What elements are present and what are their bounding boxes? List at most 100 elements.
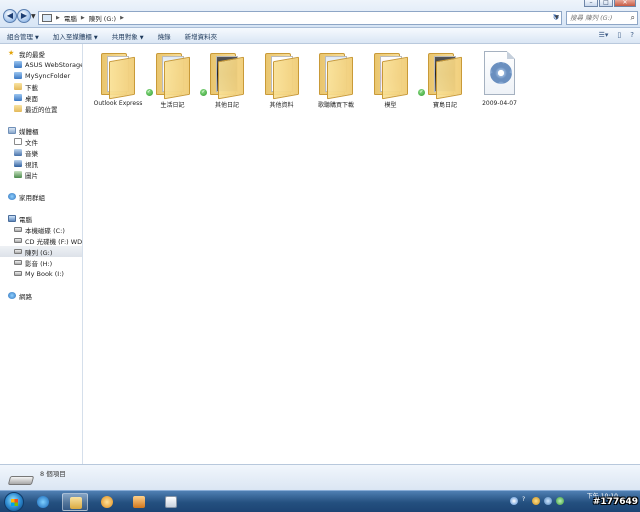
taskbar-document[interactable]: [158, 493, 184, 511]
taskbar-app[interactable]: [126, 493, 152, 511]
breadcrumb-drive[interactable]: 陳列 (G:): [89, 13, 116, 23]
breadcrumb-chevron-icon[interactable]: ▶: [120, 15, 124, 21]
address-input[interactable]: ▶ 電腦 ▶ 陳列 (G:) ▶ ▼: [38, 11, 562, 25]
folder-item[interactable]: ✓ 寶島日記: [416, 49, 474, 109]
folder-icon: [70, 497, 82, 509]
include-in-library-button[interactable]: 加入至媒體櫃 ▼: [46, 31, 105, 41]
folder-front: [436, 56, 462, 100]
preview-pane-icon[interactable]: ▯: [617, 31, 621, 39]
volume-icon[interactable]: [544, 497, 552, 505]
share-with-button[interactable]: 共用對象 ▼: [105, 31, 151, 41]
change-view-icon[interactable]: ☰▾: [599, 31, 609, 39]
details-pane: 8 個項目: [0, 464, 640, 490]
tray-icon[interactable]: [532, 497, 540, 505]
sidebar-item-asus-webstorage[interactable]: ASUS WebStorage Drive: [0, 59, 82, 70]
folder-front: [381, 56, 408, 100]
item-label: 歌聽購買下載: [317, 102, 354, 109]
folder-item[interactable]: 其他資料: [253, 49, 311, 109]
sidebar-item-label: 下載: [25, 83, 38, 92]
sidebar-item-label: 影音 (H:): [25, 259, 53, 268]
documents-icon: [14, 138, 22, 145]
sidebar-item-recent-places[interactable]: 最近的位置: [0, 103, 82, 114]
burn-label: 燒錄: [157, 32, 171, 41]
address-bar-region: ◀ ▶ ▼ ▶ 電腦 ▶ 陳列 (G:) ▶ ▼ ↻ ⌕ – □ ✕: [0, 0, 640, 28]
recent-pages-chevron-icon[interactable]: ▼: [31, 13, 37, 20]
folder-icon: [101, 53, 135, 100]
taskbar-media-player[interactable]: [94, 493, 120, 511]
sidebar-header-favorites[interactable]: ★ 我的最愛: [0, 48, 82, 59]
organize-button[interactable]: 組合管理 ▼: [0, 31, 46, 41]
sidebar-item-label: 最近的位置: [25, 105, 58, 114]
cd-drive-icon: [14, 238, 22, 243]
folder-item[interactable]: Outlook Express: [89, 49, 147, 109]
sidebar-item-drive-g[interactable]: 陳列 (G:): [0, 246, 82, 257]
breadcrumb-computer[interactable]: 電腦: [64, 13, 77, 23]
sidebar-item-pictures[interactable]: 圖片: [0, 169, 82, 180]
sidebar-item-label: MySyncFolder: [25, 71, 71, 80]
minimize-button[interactable]: –: [584, 0, 598, 7]
folder-item[interactable]: 模型: [362, 49, 420, 109]
help-tray-icon[interactable]: ?: [522, 496, 525, 503]
sidebar-item-label: 音樂: [25, 149, 38, 158]
computer-icon: [8, 215, 16, 222]
watermark-label: #177649: [592, 497, 638, 507]
video-icon: [14, 160, 22, 167]
search-box[interactable]: ⌕: [566, 11, 638, 25]
taskbar-windows-explorer[interactable]: [62, 493, 88, 511]
search-icon[interactable]: ⌕: [631, 13, 635, 23]
new-folder-button[interactable]: 新增資料夾: [178, 31, 225, 41]
pictures-icon: [14, 171, 22, 178]
refresh-button[interactable]: ↻: [550, 12, 562, 24]
sidebar-item-cd-drive-f[interactable]: CD 光碟機 (F:) WD SmartWare: [0, 235, 82, 246]
media-player-icon: [101, 496, 113, 508]
include-in-library-label: 加入至媒體櫃: [52, 32, 92, 41]
sidebar-header-computer[interactable]: 電腦: [0, 213, 82, 224]
sync-check-icon: ✓: [200, 89, 207, 96]
sidebar-item-local-disk-c[interactable]: 本機磁碟 (C:): [0, 224, 82, 235]
sidebar-item-music[interactable]: 音樂: [0, 147, 82, 158]
sidebar-item-desktop[interactable]: 桌面: [0, 92, 82, 103]
item-label: 模型: [384, 102, 397, 109]
search-input[interactable]: [570, 14, 626, 22]
sync-folder-icon: [14, 72, 22, 79]
computer-group: 電腦 本機磁碟 (C:) CD 光碟機 (F:) WD SmartWare 陳列…: [0, 213, 82, 279]
folder-item[interactable]: ✓ 生活日記: [144, 49, 202, 109]
close-button[interactable]: ✕: [614, 0, 636, 7]
sidebar-item-label: 桌面: [25, 94, 38, 103]
sidebar-header-network[interactable]: 網路: [0, 290, 82, 301]
sidebar-item-drive-h[interactable]: 影音 (H:): [0, 257, 82, 268]
maximize-button[interactable]: □: [599, 0, 613, 7]
internet-explorer-icon: [37, 496, 49, 508]
sidebar-item-videos[interactable]: 視訊: [0, 158, 82, 169]
folder-item[interactable]: 歌聽購買下載: [307, 49, 365, 109]
sidebar-item-my-book-i[interactable]: My Book (I:): [0, 268, 82, 279]
folder-icon: [264, 53, 299, 100]
sidebar-header-libraries[interactable]: 媒體櫃: [0, 125, 82, 136]
sidebar-item-label: 圖片: [25, 171, 38, 180]
homegroup-icon: [8, 193, 16, 200]
window-controls: – □ ✕: [584, 0, 636, 7]
burn-button[interactable]: 燒錄: [151, 31, 178, 41]
breadcrumb-chevron-icon[interactable]: ▶: [56, 15, 60, 21]
back-button[interactable]: ◀: [3, 9, 17, 23]
breadcrumb-chevron-icon[interactable]: ▶: [81, 15, 85, 21]
sidebar-item-label: 本機磁碟 (C:): [25, 226, 65, 235]
computer-icon: [42, 14, 52, 22]
sidebar-item-downloads[interactable]: 下載: [0, 81, 82, 92]
power-icon[interactable]: [556, 497, 564, 505]
sidebar-item-mysyncfolder[interactable]: MySyncFolder: [0, 70, 82, 81]
help-icon[interactable]: ?: [630, 31, 634, 39]
taskbar-internet-explorer[interactable]: [30, 493, 56, 511]
folder-item[interactable]: ✓ 其他日記: [198, 49, 256, 109]
drive-icon: [7, 476, 35, 485]
folder-icon: [155, 53, 190, 100]
file-list: Outlook Express ✓ 生活日記 ✓ 其他日記 其他資料 歌聽購買下載 模型 ✓ 寶島…: [84, 44, 640, 464]
network-tray-icon[interactable]: [510, 497, 518, 505]
forward-button[interactable]: ▶: [17, 9, 31, 23]
taskbar: ? 下午 10:10 #177649: [0, 490, 640, 512]
favorites-group: ★ 我的最愛 ASUS WebStorage Drive MySyncFolder…: [0, 48, 82, 114]
sidebar-header-homegroup[interactable]: 家用群組: [0, 191, 82, 202]
file-item[interactable]: 2009-04-07: [471, 49, 529, 109]
sidebar-item-documents[interactable]: 文件: [0, 136, 82, 147]
start-button[interactable]: [4, 492, 24, 512]
